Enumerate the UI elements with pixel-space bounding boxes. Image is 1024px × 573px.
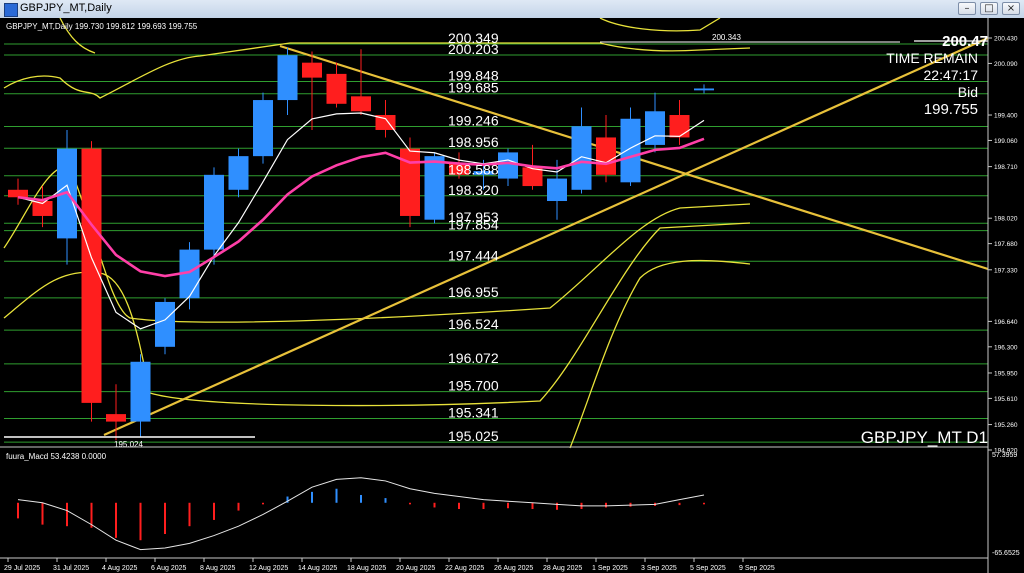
date-label: 22 Aug 2025 (445, 565, 484, 572)
terminal-window: GBPJPY_MT,Daily – □ × 200.349 200.203 199.… (0, 0, 1024, 573)
date-label: 6 Aug 2025 (151, 565, 187, 572)
price-tick-label: 197.330 (994, 267, 1018, 274)
price-tick-label: 198.020 (994, 216, 1018, 223)
candle-body (106, 414, 126, 422)
candle-body (302, 62, 322, 78)
candle-body (596, 137, 616, 175)
level-label: 198.588 (448, 162, 499, 178)
level-label: 198.956 (448, 134, 499, 150)
price-tick-label: 197.680 (994, 241, 1018, 248)
bid-label: Bid (958, 84, 978, 100)
candle-body (253, 100, 273, 157)
candle-body (204, 174, 224, 250)
price-tick-label: 200.090 (994, 61, 1018, 68)
time-remain-value: 22:47:17 (924, 67, 979, 83)
candle-body (81, 148, 102, 403)
level-label: 199.685 (448, 80, 499, 96)
symbol-label: GBPJPY_MT D1 (861, 428, 988, 447)
date-label: 5 Sep 2025 (690, 565, 726, 572)
macd-top-value: 57.3959 (992, 452, 1017, 459)
candle-body (424, 156, 445, 220)
close-button[interactable]: × (1002, 2, 1020, 15)
level-label: 198.320 (448, 182, 499, 198)
chart-header: GBPJPY_MT,Daily 199.730 199.812 199.693 … (6, 22, 198, 31)
low-marker: 195.024 (114, 440, 143, 449)
macd-label: fuura_Macd 53.4238 0.0000 (6, 452, 107, 461)
date-label: 20 Aug 2025 (396, 565, 435, 572)
date-label: 3 Sep 2025 (641, 565, 677, 572)
price-tick-label: 195.610 (994, 396, 1018, 403)
price-tick-label: 196.300 (994, 344, 1018, 351)
chart-window-icon (4, 3, 18, 17)
level-label: 196.955 (448, 284, 499, 300)
candle-body (228, 156, 249, 190)
price-tick-label: 200.430 (994, 36, 1018, 43)
price-tick-label: 199.060 (994, 138, 1018, 145)
date-label: 8 Aug 2025 (200, 565, 236, 572)
current-price: 200.47 (942, 33, 988, 50)
candle-body (130, 361, 151, 422)
level-label: 199.246 (448, 113, 499, 129)
date-label: 12 Aug 2025 (249, 565, 288, 572)
minimize-button[interactable]: – (958, 2, 976, 15)
date-label: 18 Aug 2025 (347, 565, 386, 572)
chart-title-bar[interactable]: GBPJPY_MT,Daily – □ × (0, 0, 1024, 19)
level-label: 196.524 (448, 316, 499, 332)
price-tick-label: 199.400 (994, 113, 1018, 120)
level-label: 195.025 (448, 428, 499, 444)
candle-body (620, 118, 641, 183)
level-label: 197.444 (448, 247, 499, 263)
candle-body (155, 301, 175, 347)
level-label: 196.072 (448, 350, 499, 366)
price-tick-label: 196.640 (994, 319, 1018, 326)
date-label: 31 Jul 2025 (53, 565, 89, 572)
candle-body (277, 55, 298, 101)
macd-bottom-value: -65.6525 (992, 550, 1020, 557)
candle-body (498, 152, 518, 179)
date-label: 4 Aug 2025 (102, 565, 138, 572)
date-label: 9 Sep 2025 (739, 565, 775, 572)
candle-body (8, 189, 28, 198)
candle-body (351, 96, 371, 112)
level-label: 200.203 (448, 41, 499, 57)
bid-value: 199.755 (924, 101, 978, 118)
price-tick-label: 195.950 (994, 370, 1018, 377)
date-label: 28 Aug 2025 (543, 565, 582, 572)
window-title: GBPJPY_MT,Daily (20, 2, 112, 14)
level-label: 195.700 (448, 378, 499, 394)
time-remain-label: TIME REMAIN (886, 50, 978, 66)
candle-body (547, 178, 567, 202)
price-chart[interactable]: 200.349200.203199.848199.685199.246198.9… (0, 18, 1024, 573)
date-label: 14 Aug 2025 (298, 565, 337, 572)
candle-body (326, 73, 347, 104)
high-marker: 200.343 (712, 33, 741, 42)
date-label: 1 Sep 2025 (592, 565, 628, 572)
price-axis-background (988, 18, 1024, 573)
price-tick-label: 195.260 (994, 422, 1018, 429)
level-label: 195.341 (448, 405, 499, 421)
level-label: 197.854 (448, 217, 499, 233)
date-label: 29 Jul 2025 (4, 565, 40, 572)
date-label: 26 Aug 2025 (494, 565, 533, 572)
chart-background (0, 18, 1024, 573)
price-tick-label: 198.710 (994, 164, 1018, 171)
candle-body (694, 88, 714, 91)
candle-body (669, 115, 690, 138)
maximize-button[interactable]: □ (980, 2, 998, 15)
